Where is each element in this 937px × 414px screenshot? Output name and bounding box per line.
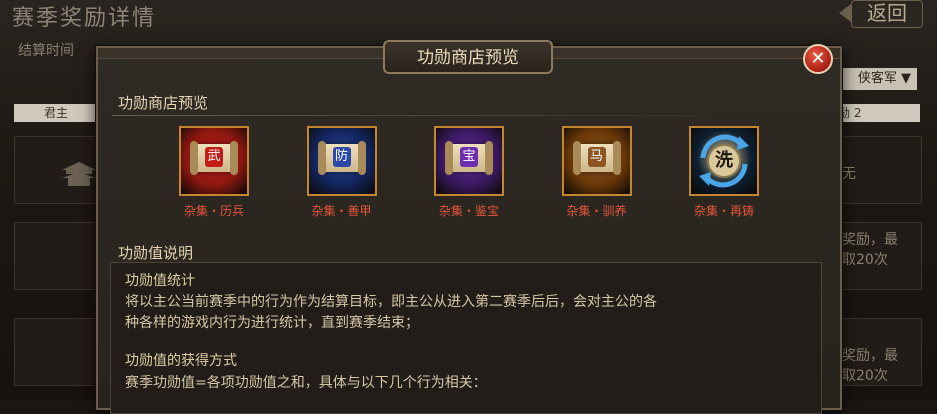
side-text: 无 <box>842 166 856 182</box>
shop-item-label: 杂集・历兵 <box>183 204 244 218</box>
scroll-icon: 防 <box>317 141 366 175</box>
item-icon-frame: 防 <box>306 126 377 196</box>
desc-line: 种各样的游戏内行为进行统计，直到赛季结束； <box>125 315 419 331</box>
pagoda-icon <box>62 162 96 186</box>
shop-item[interactable]: 马杂集・驯养 <box>560 126 634 219</box>
close-button[interactable]: ✕ <box>803 44 833 74</box>
shop-item-label: 杂集・驯养 <box>566 204 627 218</box>
scroll-icon: 宝 <box>445 141 493 175</box>
column-header-right: 励 2 <box>838 104 920 122</box>
dialog-title: 功勋商店预览 <box>383 40 553 74</box>
close-icon: ✕ <box>810 48 826 69</box>
column-header-left: 君主 <box>14 104 98 122</box>
scroll-icon: 武 <box>190 141 238 175</box>
dropdown-value: 侠客军 <box>857 71 897 86</box>
shop-item[interactable]: 宝杂集・鉴宝 <box>432 126 506 219</box>
side-text: 取20次 <box>842 368 888 384</box>
shop-item-label: 杂集・善甲 <box>311 204 372 218</box>
desc-section-title: 功勋值说明 <box>118 244 194 262</box>
item-icon-frame: 马 <box>561 126 632 196</box>
side-text: 取20次 <box>842 252 888 268</box>
shop-item-label: 杂集・再铸 <box>693 204 754 218</box>
item-icon-frame: 宝 <box>434 126 504 196</box>
shop-item[interactable]: 武杂集・历兵 <box>177 126 251 219</box>
scroll-icon: 马 <box>572 141 621 175</box>
shop-item[interactable]: 洗杂集・再铸 <box>687 126 761 219</box>
item-glyph: 武 <box>205 147 223 167</box>
section-divider <box>112 115 822 116</box>
description-panel: 功勋值统计 将以主公当前赛季中的行为作为结算目标，即主公从进入第二赛季后后，会对… <box>110 262 822 414</box>
shop-item[interactable]: 防杂集・善甲 <box>305 126 379 219</box>
item-icon-frame: 洗 <box>689 126 759 196</box>
desc-line: 将以主公当前赛季中的行为作为结算目标，即主公从进入第二赛季后后，会对主公的各 <box>125 294 657 310</box>
back-arrow-icon[interactable] <box>839 4 851 22</box>
shop-item-label: 杂集・鉴宝 <box>438 204 499 218</box>
item-glyph: 防 <box>332 147 351 167</box>
item-icon-frame: 武 <box>179 126 249 196</box>
desc-line: 功勋值统计 <box>125 273 195 289</box>
item-glyph: 马 <box>587 147 606 167</box>
desc-line: 赛季功勋值=各项功勋值之和，具体与以下几个行为相关： <box>125 375 487 391</box>
item-glyph: 洗 <box>715 150 733 171</box>
desc-line: 功勋值的获得方式 <box>125 353 237 369</box>
side-text: 奖励，最 <box>842 348 898 364</box>
item-glyph: 宝 <box>460 147 478 167</box>
shop-section-title: 功勋商店预览 <box>118 94 209 112</box>
back-button[interactable]: 返回 <box>851 0 923 28</box>
settle-time-label: 结算时间 <box>18 43 74 59</box>
side-text: 奖励，最 <box>842 232 898 248</box>
page-title: 赛季奖励详情 <box>12 6 157 31</box>
